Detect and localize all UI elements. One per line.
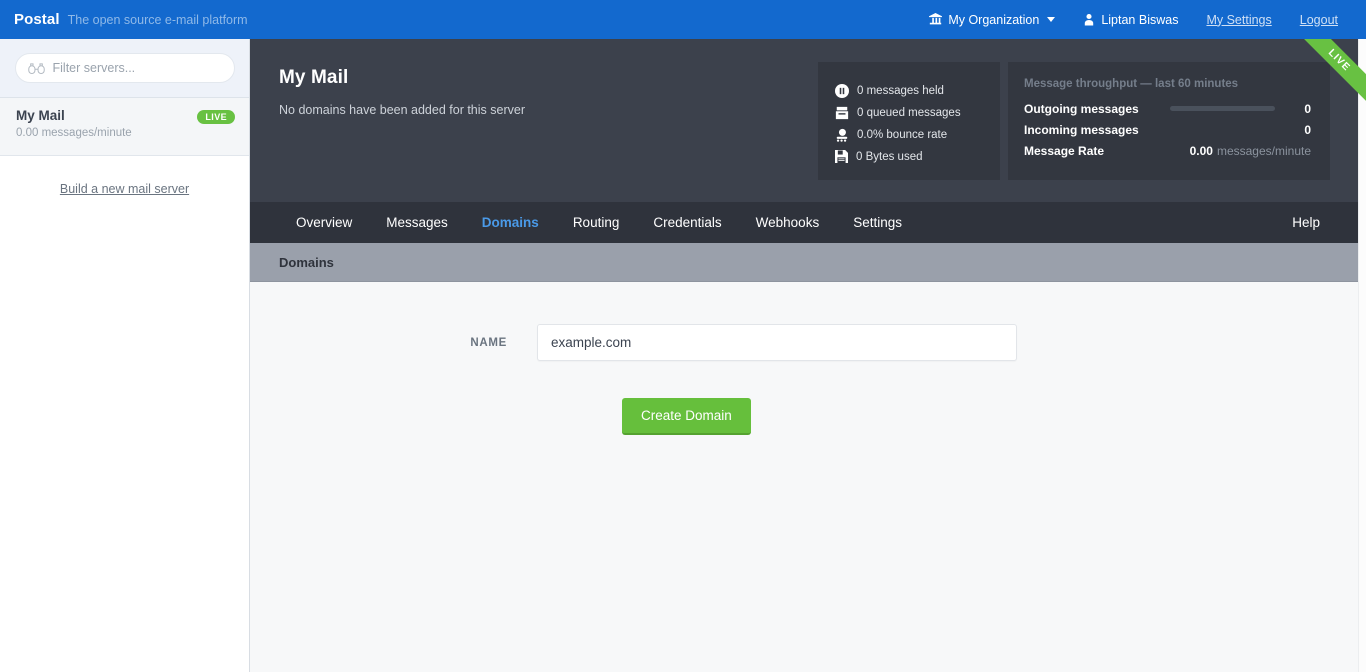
tab-overview[interactable]: Overview — [279, 202, 369, 243]
submit-row: Create Domain — [250, 398, 1366, 435]
sidebar-item-my-mail[interactable]: My Mail 0.00 messages/minute LIVE — [0, 98, 249, 156]
tab-webhooks[interactable]: Webhooks — [739, 202, 837, 243]
throughput-value: 0 — [1304, 101, 1311, 116]
throughput-bar — [1170, 106, 1275, 111]
main-area: My Mail No domains have been added for t… — [250, 39, 1366, 672]
brand-tagline: The open source e-mail platform — [67, 13, 248, 27]
my-settings-link[interactable]: My Settings — [1192, 0, 1285, 39]
breadcrumb: Domains — [250, 243, 1366, 282]
message-rate-label: Message Rate — [1024, 143, 1105, 158]
user-icon — [1083, 13, 1095, 26]
top-bar: Postal The open source e-mail platform M… — [0, 0, 1366, 39]
binoculars-icon — [27, 62, 45, 75]
stat-label: 0 queued messages — [857, 106, 961, 119]
throughput-label: Incoming messages — [1024, 122, 1139, 137]
message-rate-unit: messages/minute — [1216, 143, 1311, 158]
user-name-item[interactable]: Liptan Biswas — [1069, 0, 1192, 39]
throughput-bar-wrap — [1170, 106, 1304, 111]
sidebar: My Mail 0.00 messages/minute LIVE Build … — [0, 39, 250, 672]
bounce-icon — [835, 128, 849, 142]
name-field-label: NAME — [470, 336, 507, 349]
create-domain-button[interactable]: Create Domain — [622, 398, 751, 435]
tab-settings[interactable]: Settings — [836, 202, 919, 243]
server-hero: My Mail No domains have been added for t… — [250, 39, 1366, 202]
throughput-value: 0 — [1304, 122, 1311, 137]
inbox-icon — [835, 106, 849, 120]
organization-menu[interactable]: My Organization — [915, 0, 1069, 39]
build-new-mail-server-link[interactable]: Build a new mail server — [0, 182, 249, 196]
server-stats-card: 0 messages held 0 queued messages 0.0% b… — [818, 62, 1000, 180]
breadcrumb-item-domains[interactable]: Domains — [279, 255, 334, 270]
tab-routing[interactable]: Routing — [556, 202, 637, 243]
organization-label: My Organization — [948, 12, 1040, 27]
server-tabs: Overview Messages Domains Routing Creden… — [250, 202, 1366, 243]
name-field-row: NAME — [250, 324, 1366, 361]
message-rate-row: Message Rate 0.00 messages/minute — [1024, 140, 1311, 161]
stat-bytes-used: 0 Bytes used — [835, 146, 1000, 167]
chevron-down-icon — [1047, 17, 1056, 22]
floppy-disk-icon — [835, 150, 848, 163]
server-rate: 0.00 messages/minute — [16, 127, 132, 139]
tab-messages[interactable]: Messages — [369, 202, 465, 243]
stat-messages-held: 0 messages held — [835, 80, 1000, 101]
brand-name: Postal — [14, 11, 60, 28]
filter-servers-box[interactable] — [14, 53, 235, 83]
message-rate-value: 0.00 — [1189, 143, 1213, 158]
status-badge: LIVE — [197, 110, 235, 124]
logout-link[interactable]: Logout — [1286, 0, 1352, 39]
page-scrollbar[interactable] — [1358, 39, 1366, 672]
search-input[interactable] — [52, 61, 222, 75]
tab-credentials[interactable]: Credentials — [636, 202, 738, 243]
tab-domains[interactable]: Domains — [465, 202, 556, 243]
stat-label: 0 Bytes used — [856, 150, 923, 163]
stat-queued-messages: 0 queued messages — [835, 102, 1000, 123]
pause-circle-icon — [835, 83, 849, 98]
filter-zone — [0, 39, 249, 98]
domain-form: NAME Create Domain — [250, 282, 1366, 435]
throughput-label: Outgoing messages — [1024, 101, 1139, 116]
stat-bounce-rate: 0.0% bounce rate — [835, 124, 1000, 145]
help-link[interactable]: Help — [1275, 202, 1337, 243]
bank-icon — [929, 13, 943, 26]
stat-label: 0.0% bounce rate — [857, 128, 948, 141]
brand-block[interactable]: Postal The open source e-mail platform — [0, 11, 248, 28]
throughput-heading: Message throughput — last 60 minutes — [1024, 78, 1239, 90]
message-throughput-card: Message throughput — last 60 minutes Out… — [1008, 62, 1330, 180]
throughput-outgoing-row: Outgoing messages 0 — [1024, 98, 1311, 119]
top-navigation: My Organization Liptan Biswas My Setting… — [915, 0, 1366, 39]
stat-label: 0 messages held — [857, 84, 944, 97]
domain-name-input[interactable] — [537, 324, 1017, 361]
throughput-incoming-row: Incoming messages 0 — [1024, 119, 1311, 140]
user-name-label: Liptan Biswas — [1101, 12, 1179, 27]
